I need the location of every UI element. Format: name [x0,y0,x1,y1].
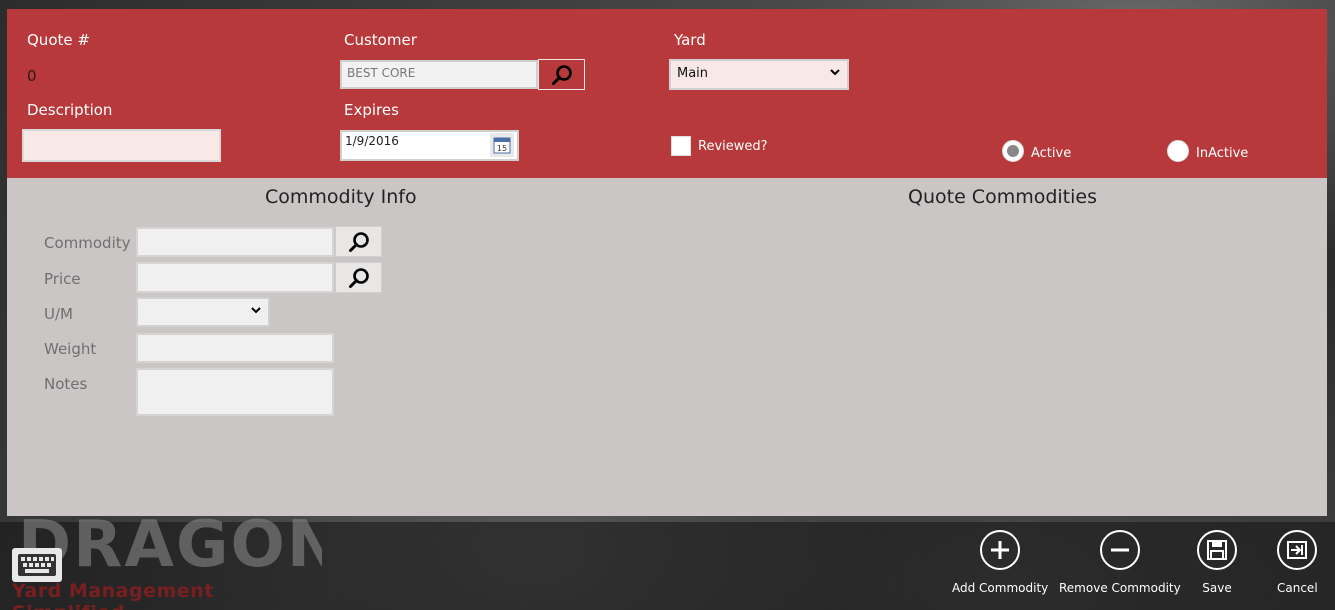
save-button[interactable]: Save [1197,530,1237,595]
notes-label: Notes [44,375,88,393]
price-input[interactable] [136,262,334,293]
customer-input[interactable]: BEST CORE [340,60,538,89]
remove-commodity-label: Remove Commodity [1059,581,1181,595]
quote-header: Quote # 0 Customer BEST CORE Yard Main D… [7,9,1327,178]
inactive-radio[interactable] [1167,140,1189,162]
exit-icon [1277,530,1318,570]
yard-select-value: Main [677,66,709,81]
remove-commodity-button[interactable]: Remove Commodity [1059,530,1181,595]
add-icon [980,530,1021,570]
quote-commodities-title: Quote Commodities [908,186,1097,208]
remove-icon [1099,530,1140,570]
commodity-search-button[interactable] [335,226,382,257]
customer-label: Customer [344,31,417,49]
chevron-down-icon [250,303,262,321]
yard-select[interactable]: Main [669,59,849,90]
keyboard-button[interactable] [12,548,62,582]
search-icon [551,64,572,85]
logo-text: DRAGON [18,508,322,582]
notes-textarea[interactable] [136,368,334,416]
yard-label: Yard [674,31,706,49]
description-input[interactable] [22,129,221,162]
calendar-button[interactable]: 15 [490,133,514,157]
save-icon [1197,530,1237,570]
price-label: Price [44,270,81,288]
commodity-label: Commodity [44,234,131,252]
active-radio[interactable] [1002,140,1024,162]
svg-text:15: 15 [497,144,507,153]
cancel-button[interactable]: Cancel [1277,530,1318,595]
chevron-down-icon [829,65,841,83]
um-select[interactable] [136,297,270,327]
customer-search-button[interactable] [538,59,585,90]
weight-label: Weight [44,340,97,358]
expires-label: Expires [344,101,399,119]
add-commodity-button[interactable]: Add Commodity [952,530,1048,595]
logo-tagline: Yard Management Simplified [12,580,214,610]
description-label: Description [27,101,113,119]
inactive-label: InActive [1196,146,1249,161]
commodity-info-title: Commodity Info [265,186,417,208]
price-search-button[interactable] [335,262,382,293]
quote-number-label: Quote # [27,31,90,49]
calendar-icon: 15 [493,137,511,154]
save-label: Save [1202,581,1232,595]
keyboard-icon [18,554,56,576]
active-label: Active [1031,146,1072,161]
commodity-input[interactable] [136,227,334,257]
quote-number-value: 0 [27,67,37,85]
quote-body: Commodity Info Quote Commodities Commodi… [7,178,1327,516]
search-icon [348,231,369,252]
um-label: U/M [44,305,73,323]
quote-panel: Quote # 0 Customer BEST CORE Yard Main D… [7,9,1327,516]
add-commodity-label: Add Commodity [952,581,1049,595]
reviewed-checkbox[interactable] [671,136,691,156]
weight-input[interactable] [136,333,334,363]
cancel-label: Cancel [1277,581,1318,595]
expires-date-value: 1/9/2016 [345,134,399,148]
reviewed-label: Reviewed? [698,139,768,154]
search-icon [348,267,369,288]
